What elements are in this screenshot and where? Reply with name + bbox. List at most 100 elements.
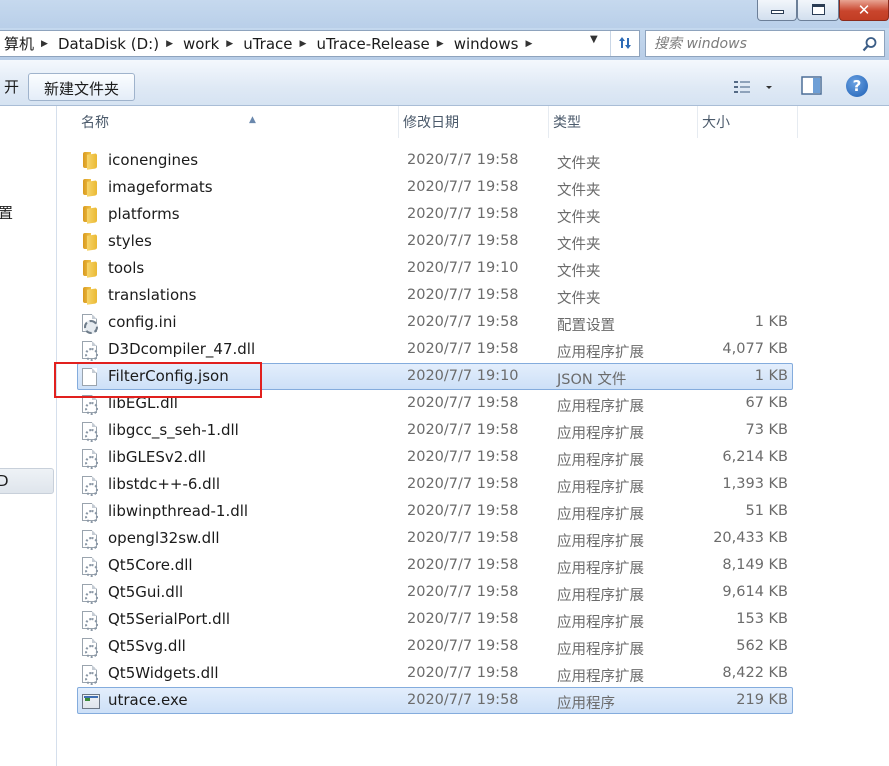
- command-bar: 开 新建文件夹 ?: [0, 60, 889, 106]
- file-type: 文件夹: [557, 237, 601, 253]
- file-type: 文件夹: [557, 210, 601, 226]
- file-type: 应用程序: [557, 696, 615, 712]
- file-size: 67 KB: [745, 395, 788, 411]
- file-date-modified: 2020/7/7 19:58: [407, 692, 519, 708]
- file-type: 应用程序扩展: [557, 507, 644, 523]
- breadcrumb-chevron-icon[interactable]: ▶: [163, 39, 179, 49]
- file-type: 应用程序扩展: [557, 615, 644, 631]
- file-type: 文件夹: [557, 264, 601, 280]
- dll-icon: [82, 341, 98, 361]
- file-type: 应用程序扩展: [557, 480, 644, 496]
- column-header-date-label: 修改日期: [403, 115, 459, 131]
- folder-icon: [82, 206, 98, 223]
- file-row[interactable]: iconengines 2020/7/7 19:58 文件夹: [77, 147, 793, 174]
- folder-icon: [82, 179, 98, 196]
- close-icon: ✕: [857, 1, 871, 19]
- refresh-button[interactable]: [610, 31, 638, 56]
- address-history-dropdown-icon[interactable]: ▼: [590, 34, 598, 45]
- file-type: 应用程序扩展: [557, 669, 644, 685]
- file-date-modified: 2020/7/7 19:58: [407, 557, 519, 573]
- breadcrumb-item[interactable]: work: [179, 35, 223, 53]
- help-button[interactable]: ?: [846, 75, 868, 97]
- file-size: 1 KB: [754, 314, 788, 330]
- column-header-size-label: 大小: [702, 115, 730, 131]
- file-row[interactable]: Qt5SerialPort.dll 2020/7/7 19:58 应用程序扩展 153…: [77, 606, 793, 633]
- file-row[interactable]: libwinpthread-1.dll 2020/7/7 19:58 应用程序扩展 5…: [77, 498, 793, 525]
- file-row[interactable]: Qt5Svg.dll 2020/7/7 19:58 应用程序扩展 562 KB: [77, 633, 793, 660]
- column-header-name[interactable]: 名称 ▲: [77, 106, 399, 138]
- file-row[interactable]: styles 2020/7/7 19:58 文件夹: [77, 228, 793, 255]
- file-date-modified: 2020/7/7 19:58: [407, 665, 519, 681]
- dll-icon: [82, 638, 98, 658]
- breadcrumb[interactable]: 算机 ▶ DataDisk (D:) ▶ work ▶ uTrace ▶ uTrace-Rele…: [0, 30, 640, 57]
- file-row[interactable]: Qt5Core.dll 2020/7/7 19:58 应用程序扩展 8,149 KB: [77, 552, 793, 579]
- open-button[interactable]: 开: [0, 72, 29, 101]
- maximize-button[interactable]: [797, 0, 839, 21]
- file-row[interactable]: imageformats 2020/7/7 19:58 文件夹: [77, 174, 793, 201]
- dll-icon: [82, 476, 98, 496]
- file-row[interactable]: tools 2020/7/7 19:10 文件夹: [77, 255, 793, 282]
- file-size: 8,422 KB: [722, 665, 788, 681]
- file-size: 6,214 KB: [722, 449, 788, 465]
- breadcrumb-chevron-icon[interactable]: ▶: [522, 39, 538, 49]
- breadcrumb-item[interactable]: 算机: [0, 33, 38, 54]
- search-input[interactable]: [646, 31, 851, 56]
- dll-icon: [82, 665, 98, 685]
- file-row[interactable]: libGLESv2.dll 2020/7/7 19:58 应用程序扩展 6,214 K…: [77, 444, 793, 471]
- breadcrumb-item[interactable]: uTrace: [239, 35, 296, 53]
- column-header-date[interactable]: 修改日期: [399, 106, 549, 138]
- file-date-modified: 2020/7/7 19:58: [407, 638, 519, 654]
- ini-icon: [82, 314, 98, 334]
- column-header-type[interactable]: 类型: [549, 106, 698, 138]
- file-type: 文件夹: [557, 291, 601, 307]
- column-header-size[interactable]: 大小: [698, 106, 798, 138]
- preview-pane-button[interactable]: [800, 75, 824, 97]
- file-date-modified: 2020/7/7 19:58: [407, 530, 519, 546]
- minimize-button[interactable]: [757, 0, 797, 21]
- file-name: Qt5Svg.dll: [108, 637, 186, 655]
- minimize-icon: [771, 10, 784, 14]
- file-name: Qt5Gui.dll: [108, 583, 184, 601]
- file-name: libGLESv2.dll: [108, 448, 206, 466]
- file-row[interactable]: utrace.exe 2020/7/7 19:58 应用程序 219 KB: [77, 687, 793, 714]
- file-date-modified: 2020/7/7 19:58: [407, 449, 519, 465]
- nav-item-settings[interactable]: 置: [0, 202, 13, 223]
- file-row[interactable]: libstdc++-6.dll 2020/7/7 19:58 应用程序扩展 1,393…: [77, 471, 793, 498]
- nav-item-selected-drive[interactable]: D: [0, 468, 54, 494]
- sort-ascending-icon: ▲: [249, 115, 256, 125]
- file-name: config.ini: [108, 313, 177, 331]
- file-date-modified: 2020/7/7 19:58: [407, 179, 519, 195]
- breadcrumb-chevron-icon[interactable]: ▶: [297, 39, 313, 49]
- breadcrumb-item[interactable]: windows: [450, 35, 523, 53]
- file-row[interactable]: config.ini 2020/7/7 19:58 配置设置 1 KB: [77, 309, 793, 336]
- close-button[interactable]: ✕: [839, 0, 889, 21]
- file-row[interactable]: opengl32sw.dll 2020/7/7 19:58 应用程序扩展 20,433…: [77, 525, 793, 552]
- folder-icon: [82, 287, 98, 304]
- file-name: Qt5Widgets.dll: [108, 664, 219, 682]
- file-type: 配置设置: [557, 318, 615, 334]
- change-view-button[interactable]: [728, 76, 778, 98]
- file-size: 4,077 KB: [722, 341, 788, 357]
- file-row[interactable]: Qt5Gui.dll 2020/7/7 19:58 应用程序扩展 9,614 KB: [77, 579, 793, 606]
- breadcrumb-chevron-icon[interactable]: ▶: [38, 39, 54, 49]
- file-type: 应用程序扩展: [557, 534, 644, 550]
- file-date-modified: 2020/7/7 19:58: [407, 611, 519, 627]
- file-row[interactable]: Qt5Widgets.dll 2020/7/7 19:58 应用程序扩展 8,422 …: [77, 660, 793, 687]
- file-type: 应用程序扩展: [557, 642, 644, 658]
- file-name: imageformats: [108, 178, 213, 196]
- breadcrumb-chevron-icon[interactable]: ▶: [223, 39, 239, 49]
- search-icon[interactable]: [862, 36, 878, 52]
- file-row[interactable]: libgcc_s_seh-1.dll 2020/7/7 19:58 应用程序扩展 73…: [77, 417, 793, 444]
- file-row[interactable]: translations 2020/7/7 19:58 文件夹: [77, 282, 793, 309]
- file-size: 73 KB: [745, 422, 788, 438]
- new-folder-button[interactable]: 新建文件夹: [28, 73, 136, 101]
- file-row[interactable]: platforms 2020/7/7 19:58 文件夹: [77, 201, 793, 228]
- title-bar: ✕: [0, 0, 889, 28]
- search-box[interactable]: [645, 30, 885, 57]
- dll-icon: [82, 584, 98, 604]
- breadcrumb-item[interactable]: DataDisk (D:): [54, 35, 163, 53]
- file-name: iconengines: [108, 151, 199, 169]
- breadcrumb-item[interactable]: uTrace-Release: [312, 35, 433, 53]
- file-row[interactable]: D3Dcompiler_47.dll 2020/7/7 19:58 应用程序扩展 4,…: [77, 336, 793, 363]
- breadcrumb-chevron-icon[interactable]: ▶: [434, 39, 450, 49]
